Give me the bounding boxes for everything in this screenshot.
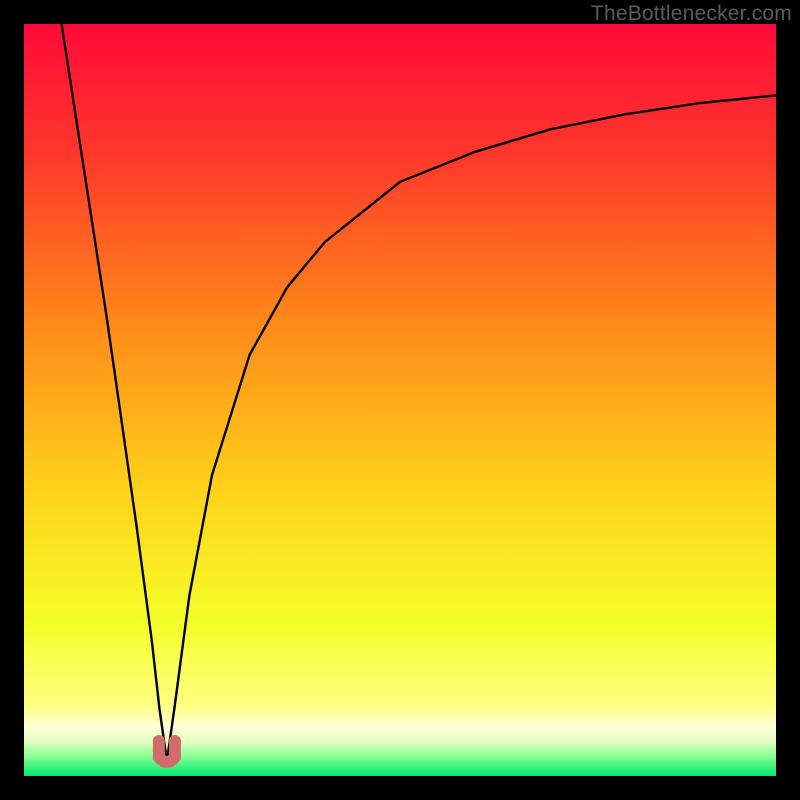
chart-svg	[24, 24, 776, 776]
chart-plot-area	[24, 24, 776, 776]
chart-background	[24, 24, 776, 776]
chart-frame: TheBottlenecker.com	[0, 0, 800, 800]
watermark-text: TheBottlenecker.com	[591, 2, 792, 26]
